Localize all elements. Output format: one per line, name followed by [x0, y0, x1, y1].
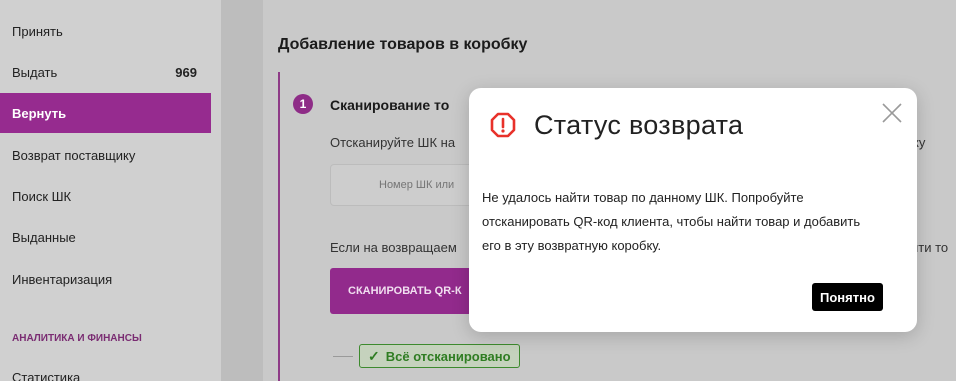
modal-title: Статус возврата — [534, 110, 744, 140]
check-icon: ✓ — [368, 347, 380, 364]
sidebar-section-title: АНАЛИТИКА И ФИНАНСЫ — [12, 333, 142, 344]
sidebar-item-label: Инвентаризация — [12, 271, 113, 287]
sidebar-item-supplier-return[interactable]: Возврат поставщику — [0, 135, 211, 175]
step-connector — [333, 356, 353, 357]
ok-button[interactable]: Понятно — [812, 283, 883, 311]
qr-instruction-text: Если на возвращаем — [330, 240, 457, 255]
return-status-modal: Статус возврата Не удалось найти товар п… — [469, 88, 917, 332]
sidebar-item-label: Выдать — [12, 64, 58, 80]
issue-count-badge: 969 — [175, 64, 197, 80]
all-scanned-badge: ✓ Всё отсканировано — [359, 344, 520, 368]
sidebar-item-label: Статистика — [12, 369, 81, 381]
sidebar-item-barcode-search[interactable]: Поиск ШК — [0, 176, 211, 216]
sidebar-item-label: Выданные — [12, 229, 76, 245]
sidebar-item-statistics[interactable]: Статистика — [0, 357, 211, 381]
sidebar-item-label: Возврат поставщику — [12, 147, 136, 163]
sidebar-item-issued[interactable]: Выданные — [0, 217, 211, 257]
step-progress-line — [278, 72, 280, 381]
close-icon[interactable] — [879, 100, 905, 126]
sidebar-item-accept[interactable]: Принять — [0, 11, 211, 51]
sidebar-item-label: Поиск ШК — [12, 188, 72, 204]
step-number-badge: 1 — [293, 94, 313, 114]
page-title: Добавление товаров в коробку — [278, 36, 528, 53]
sidebar-item-issue[interactable]: Выдать 969 — [0, 52, 211, 92]
sidebar-item-label: Принять — [12, 23, 63, 39]
step-title: Сканирование то — [330, 97, 450, 113]
sidebar: Принять Выдать 969 Вернуть Возврат поста… — [0, 0, 221, 381]
alert-hexagon-icon — [490, 112, 516, 138]
sidebar-item-inventory[interactable]: Инвентаризация — [0, 259, 211, 299]
modal-message: Не удалось найти товар по данному ШК. По… — [482, 190, 861, 253]
sidebar-item-return[interactable]: Вернуть — [0, 93, 211, 133]
sidebar-item-label: Вернуть — [12, 105, 67, 121]
scan-qr-button[interactable]: СКАНИРОВАТЬ QR-К — [330, 268, 490, 314]
all-scanned-label: Всё отсканировано — [385, 348, 511, 364]
sidebar-gutter — [221, 0, 263, 381]
step-description: Отсканируйте ШК на — [330, 135, 456, 150]
